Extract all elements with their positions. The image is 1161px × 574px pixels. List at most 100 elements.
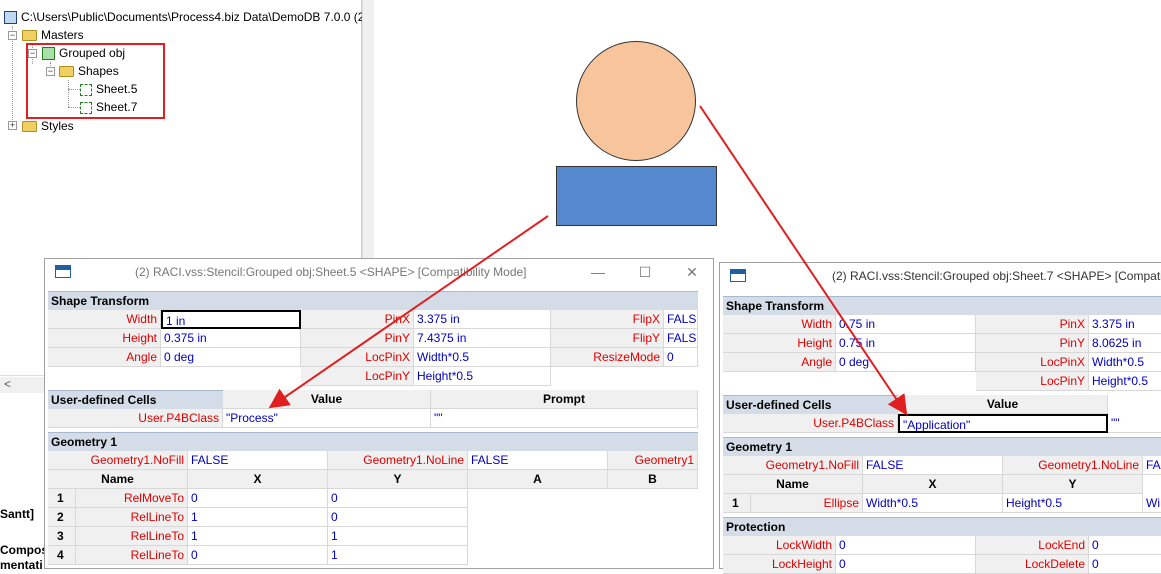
cell-value[interactable]: 1 xyxy=(188,527,328,546)
cell-name: Angle xyxy=(48,348,161,367)
cell-value[interactable]: FALSE xyxy=(664,329,698,348)
tree-root-label: C:\Users\Public\Documents\Process4.biz D… xyxy=(21,10,372,24)
cell-name: Geometry1.NoFill xyxy=(723,456,863,475)
cell-value[interactable]: Width*0.5 xyxy=(1089,353,1161,372)
cell-name: LockWidth xyxy=(723,536,836,555)
section-user-defined-cells[interactable]: User-defined Cells xyxy=(723,395,898,414)
cell-value[interactable]: 0.375 in xyxy=(161,329,301,348)
window-titlebar[interactable]: (2) RACI.vss:Stencil:Grouped obj:Sheet.7… xyxy=(720,263,1161,289)
cell-value[interactable]: "" xyxy=(431,409,698,428)
section-protection[interactable]: Protection xyxy=(723,517,1161,536)
cell-value[interactable]: 0 xyxy=(328,489,468,508)
column-header: X xyxy=(188,470,328,489)
column-header: B xyxy=(608,470,698,489)
cell-value[interactable]: Width*0.5 xyxy=(414,348,551,367)
left-panel xyxy=(0,375,44,569)
window-titlebar[interactable]: (2) RACI.vss:Stencil:Grouped obj:Sheet.5… xyxy=(45,259,713,285)
section-shape-transform[interactable]: Shape Transform xyxy=(48,291,698,310)
cell-name: LocPinX xyxy=(301,348,414,367)
cell-name: RelLineTo xyxy=(76,527,188,546)
cell-value[interactable]: 7.4375 in xyxy=(414,329,551,348)
circle-shape[interactable] xyxy=(576,41,696,161)
section-user-defined-cells[interactable]: User-defined Cells xyxy=(48,390,223,409)
cell-name: PinY xyxy=(301,329,414,348)
row-number: 1 xyxy=(723,494,751,513)
cell-name: FlipX xyxy=(551,310,664,329)
cell-name: LockHeight xyxy=(723,555,836,574)
tree-item-styles[interactable]: Styles xyxy=(22,117,74,135)
section-geometry[interactable]: Geometry 1 xyxy=(723,437,1161,456)
masters-label: Masters xyxy=(41,28,84,42)
cell-value[interactable]: 0 xyxy=(1089,536,1161,555)
cell-value[interactable]: "" xyxy=(1108,414,1161,433)
cell-value[interactable]: Height*0.5 xyxy=(414,367,551,386)
gantt-label: Santt] xyxy=(0,507,34,521)
cell-value[interactable]: FALSE xyxy=(664,310,698,329)
cell-name: Height xyxy=(48,329,161,348)
styles-expander[interactable]: + xyxy=(8,121,17,130)
cell-value[interactable]: 0 xyxy=(188,489,328,508)
cell-value[interactable]: Wi xyxy=(1143,494,1161,513)
cell-value[interactable]: FALSE xyxy=(188,451,328,470)
cell-name: Width xyxy=(48,310,161,329)
masters-expander[interactable]: − xyxy=(8,31,17,40)
styles-label: Styles xyxy=(41,119,74,133)
cell-value[interactable]: Height*0.5 xyxy=(1003,494,1143,513)
cell-name: User.P4BClass xyxy=(723,414,898,433)
close-button[interactable]: ✕ xyxy=(677,259,707,285)
cell-value[interactable]: "Application" xyxy=(898,414,1108,433)
cell-name: LockDelete xyxy=(976,555,1089,574)
cell-name: Geometry1 xyxy=(608,451,698,470)
cell-value[interactable]: "Process" xyxy=(223,409,431,428)
row-number: 1 xyxy=(48,489,76,508)
cell-value[interactable]: 1 in xyxy=(161,310,301,329)
minimize-button[interactable]: — xyxy=(583,259,613,285)
cell-value[interactable]: 8.0625 in xyxy=(1089,334,1161,353)
cell-value[interactable]: 3.375 in xyxy=(1089,315,1161,334)
column-header: Name xyxy=(723,475,863,494)
cell-value[interactable]: 0 xyxy=(664,348,698,367)
cell-value[interactable]: 0 deg xyxy=(836,353,976,372)
cell-value[interactable]: 0.75 in xyxy=(836,315,976,334)
cell-value[interactable]: 1 xyxy=(328,546,468,565)
highlight-box xyxy=(26,43,165,119)
rectangle-shape[interactable] xyxy=(556,166,717,226)
cell-value[interactable]: 0.75 in xyxy=(836,334,976,353)
cell-value[interactable]: 0 xyxy=(188,546,328,565)
cell-value[interactable]: 0 deg xyxy=(161,348,301,367)
cell-value[interactable]: 1 xyxy=(188,508,328,527)
cell-value[interactable]: 3.375 in xyxy=(414,310,551,329)
cell-value[interactable]: Height*0.5 xyxy=(1089,372,1161,391)
cell-name: LocPinX xyxy=(976,353,1089,372)
shapesheet-window-2: (2) RACI.vss:Stencil:Grouped obj:Sheet.7… xyxy=(719,262,1161,574)
cell-name: PinX xyxy=(976,315,1089,334)
section-shape-transform[interactable]: Shape Transform xyxy=(723,296,1161,315)
section-geometry[interactable]: Geometry 1 xyxy=(48,432,698,451)
collapse-button[interactable]: < xyxy=(0,377,44,393)
cell-name: ResizeMode xyxy=(551,348,664,367)
cell-value[interactable]: 0 xyxy=(836,536,976,555)
cell-value[interactable]: 0 xyxy=(836,555,976,574)
compose-label: Compos xyxy=(0,543,48,557)
cell-name: Width xyxy=(723,315,836,334)
cell-name: RelLineTo xyxy=(76,546,188,565)
cell-value[interactable]: FALSE xyxy=(468,451,608,470)
cell-value[interactable]: 1 xyxy=(328,527,468,546)
cell-value[interactable]: 0 xyxy=(1089,555,1161,574)
cell-name: RelMoveTo xyxy=(76,489,188,508)
cell-value[interactable]: FALSE xyxy=(863,456,1003,475)
cell-name: PinX xyxy=(301,310,414,329)
shapesheet-window-1: (2) RACI.vss:Stencil:Grouped obj:Sheet.5… xyxy=(44,258,714,569)
cell-name: LocPinY xyxy=(301,367,414,386)
row-number: 4 xyxy=(48,546,76,565)
cell-value[interactable]: Width*0.5 xyxy=(863,494,1003,513)
cell-value[interactable]: FA xyxy=(1143,456,1161,475)
window-title: (2) RACI.vss:Stencil:Grouped obj:Sheet.7… xyxy=(832,269,1161,283)
cell-name: PinY xyxy=(976,334,1089,353)
maximize-button[interactable]: ☐ xyxy=(630,259,660,285)
column-header: Prompt xyxy=(431,390,698,409)
tree-root[interactable]: C:\Users\Public\Documents\Process4.biz D… xyxy=(4,8,371,26)
cell-value[interactable]: 0 xyxy=(328,508,468,527)
column-header: X xyxy=(863,475,1003,494)
tree-item-masters[interactable]: Masters xyxy=(22,26,84,44)
